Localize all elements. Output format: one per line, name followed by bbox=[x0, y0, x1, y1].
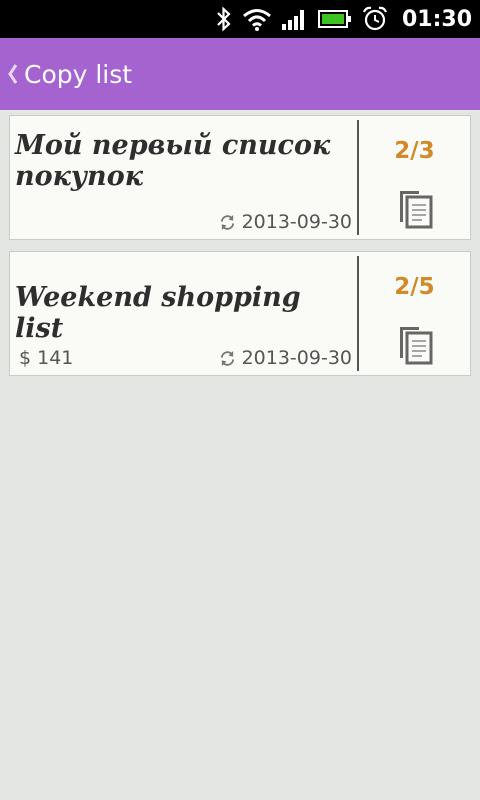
status-bar: 01:30 bbox=[0, 0, 480, 38]
chevron-left-icon bbox=[8, 64, 18, 84]
alarm-icon bbox=[362, 6, 387, 31]
sync-icon bbox=[220, 350, 234, 366]
item-count: 2/5 bbox=[394, 274, 435, 300]
bluetooth-icon bbox=[217, 6, 231, 32]
item-count: 2/3 bbox=[394, 138, 435, 164]
list-price: $ 141 bbox=[19, 347, 74, 369]
battery-icon bbox=[317, 10, 351, 28]
list-item-main[interactable]: Weekend shopping list $ 141 2013-09-30 bbox=[10, 252, 356, 375]
page-title: Copy list bbox=[24, 59, 133, 89]
list-date-text: 2013-09-30 bbox=[241, 211, 352, 233]
copy-icon[interactable] bbox=[397, 324, 435, 366]
shopping-lists: Мой первый список покупок 2013-09-30 2/3 bbox=[9, 115, 471, 387]
status-time: 01:30 bbox=[401, 6, 472, 32]
list-title: Мой первый список покупок bbox=[15, 130, 331, 192]
list-item-side: 2/5 bbox=[359, 252, 470, 375]
list-date-text: 2013-09-30 bbox=[241, 347, 352, 369]
list-title: Weekend shopping list bbox=[15, 282, 301, 344]
signal-icon bbox=[281, 10, 304, 30]
back-button[interactable]: Copy list bbox=[0, 38, 132, 110]
list-date: 2013-09-30 bbox=[219, 347, 352, 369]
action-bar: Copy list bbox=[0, 38, 480, 110]
list-item[interactable]: Weekend shopping list $ 141 2013-09-30 2… bbox=[9, 251, 471, 376]
status-icons: 01:30 bbox=[216, 0, 472, 38]
list-item-side: 2/3 bbox=[359, 116, 470, 239]
list-date: 2013-09-30 bbox=[219, 211, 352, 233]
list-item-main[interactable]: Мой первый список покупок 2013-09-30 bbox=[10, 116, 356, 239]
sync-icon bbox=[220, 214, 234, 230]
list-item[interactable]: Мой первый список покупок 2013-09-30 2/3 bbox=[9, 115, 471, 240]
copy-icon[interactable] bbox=[397, 188, 435, 230]
wifi-icon bbox=[243, 9, 271, 31]
